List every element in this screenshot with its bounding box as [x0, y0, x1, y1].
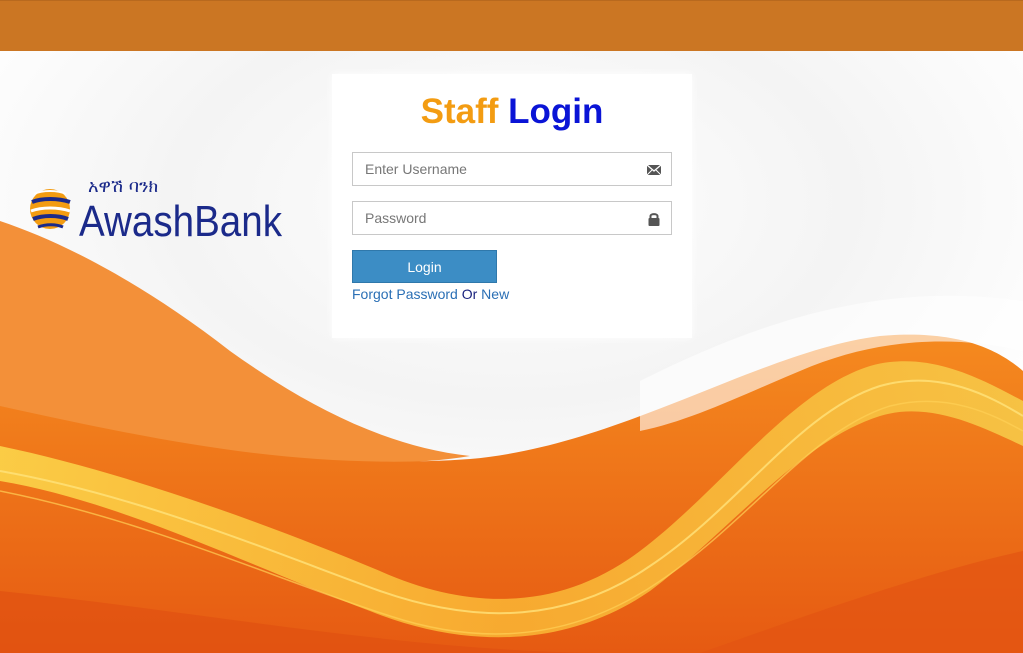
- forgot-password-link[interactable]: Forgot Password: [352, 286, 458, 302]
- lock-icon: [648, 213, 660, 226]
- header-bar: [0, 0, 1023, 51]
- login-form: Staff Login Login Forgot Password Or New: [332, 74, 692, 338]
- password-field-wrapper: [352, 201, 672, 235]
- password-input[interactable]: [353, 202, 645, 234]
- page-title: Staff Login: [332, 92, 692, 132]
- awash-bank-logo: አዋሽ ባንክ AwashBank: [30, 176, 283, 244]
- amharic-brand-name: አዋሽ ባንክ: [88, 176, 158, 197]
- new-account-link[interactable]: New: [481, 286, 509, 302]
- login-button[interactable]: Login: [352, 250, 497, 283]
- envelope-icon: [646, 164, 662, 176]
- title-login-word: Login: [508, 92, 604, 131]
- account-links: Forgot Password Or New: [352, 286, 509, 302]
- login-page: አዋሽ ባንክ AwashBank Staff Login Login Forg…: [0, 0, 1023, 653]
- brand-name: AwashBank: [79, 197, 283, 244]
- username-field-wrapper: [352, 152, 672, 186]
- username-input[interactable]: [353, 153, 645, 185]
- title-staff-word: Staff: [420, 92, 499, 131]
- or-separator: Or: [461, 286, 478, 302]
